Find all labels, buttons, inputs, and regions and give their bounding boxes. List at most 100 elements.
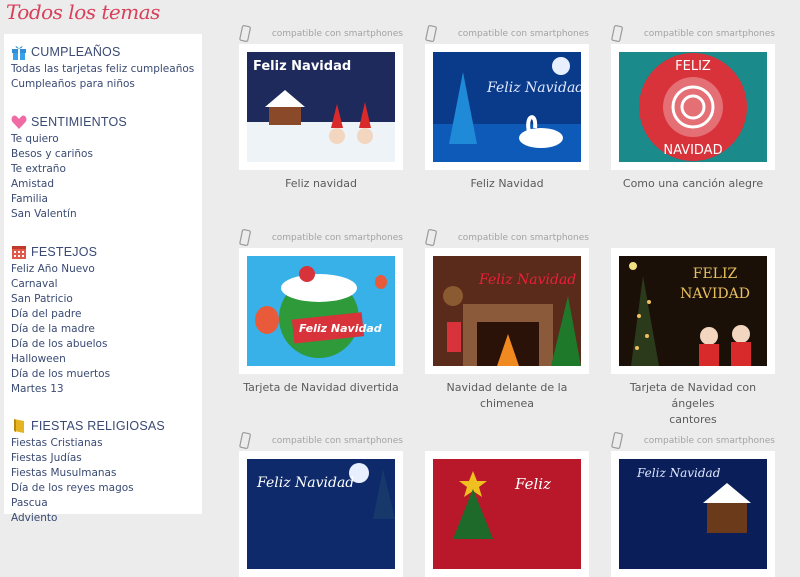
card[interactable]: compatible con smartphones Feliz Navidad [611,431,775,577]
smartphone-icon [611,25,623,42]
book-icon [14,419,24,433]
thumb-title: Feliz Navidad [256,475,354,491]
card[interactable]: Feliz [425,431,589,577]
compat-label: compatible con smartphones [643,29,775,39]
sidebar-section-fiestas-religiosas: FIESTAS RELIGIOSAS Fiestas Cristianas Fi… [11,412,165,526]
card-thumbnail[interactable]: FELIZ NAVIDAD [611,248,775,374]
sidebar-item[interactable]: Martes 13 [11,382,110,397]
sidebar-item[interactable]: Te quiero [11,132,127,147]
sidebar-item[interactable]: San Patricio [11,292,110,307]
smartphone-icon [611,432,623,449]
compat-label: compatible con smartphones [271,233,403,243]
card-image: Feliz Navidad [247,256,395,366]
compat-row: compatible con smartphones [239,228,403,248]
card-image: Feliz Navidad [247,459,395,569]
sidebar-section-cumpleanos: CUMPLEAÑOS Todas las tarjetas feliz cump… [11,38,194,92]
card-image: FELIZ NAVIDAD [619,256,767,366]
card-caption[interactable]: Tarjeta de Navidad divertida [239,380,403,396]
sidebar-item[interactable]: Halloween [11,352,110,367]
calendar-icon [12,246,26,259]
card-caption[interactable]: Tarjeta de Navidad con ángeles cantores [611,380,775,428]
card-image: Feliz Navidad [247,52,395,162]
smartphone-icon [239,25,251,42]
sidebar-item[interactable]: Feliz Año Nuevo [11,262,110,277]
compat-row: compatible con smartphones [239,24,403,44]
section-header[interactable]: SENTIMIENTOS [11,112,127,132]
card-thumbnail[interactable]: Feliz Navidad [425,248,589,374]
sidebar-item[interactable]: Besos y cariños [11,147,127,162]
caption-line: Tarjeta de Navidad con ángeles [629,381,757,410]
smartphone-icon [239,229,251,246]
sidebar-item[interactable]: Carnaval [11,277,110,292]
section-title: FESTEJOS [31,245,98,259]
compat-row: compatible con smartphones [611,431,775,451]
card-thumbnail[interactable]: Feliz [425,451,589,577]
section-title: FIESTAS RELIGIOSAS [31,419,165,433]
sidebar-section-sentimientos: SENTIMIENTOS Te quiero Besos y cariños T… [11,108,127,222]
sidebar-item[interactable]: Fiestas Judías [11,451,165,466]
compat-label: compatible con smartphones [457,29,589,39]
sidebar: CUMPLEAÑOS Todas las tarjetas feliz cump… [4,34,202,524]
card[interactable]: compatible con smartphones FELIZ NAVIDAD… [611,24,775,192]
thumb-title-top: FELIZ [675,59,711,74]
compat-row [425,431,589,451]
sidebar-item[interactable]: Familia [11,192,127,207]
sidebar-item[interactable]: Adviento [11,511,165,526]
card-image: FELIZ NAVIDAD [619,52,767,162]
card-caption[interactable]: Feliz navidad [239,176,403,192]
sidebar-item[interactable]: Cumpleaños para niños [11,77,194,92]
thumb-title: Feliz Navidad [636,466,721,480]
sidebar-item[interactable]: Día de los muertos [11,367,110,382]
compat-label: compatible con smartphones [271,29,403,39]
sidebar-item[interactable]: San Valentín [11,207,127,222]
sidebar-item[interactable]: Todas las tarjetas feliz cumpleaños [11,62,194,77]
card[interactable]: FELIZ NAVIDAD Tarjeta de Navidad con áng… [611,228,775,428]
section-header[interactable]: CUMPLEAÑOS [11,42,194,62]
card-image: Feliz [433,459,581,569]
sidebar-item[interactable]: Te extraño [11,162,127,177]
card[interactable]: compatible con smartphones Feliz Navidad… [239,228,403,396]
sidebar-item[interactable]: Día de la madre [11,322,110,337]
smartphone-icon [425,229,437,246]
heart-icon [11,115,27,129]
compat-label: compatible con smartphones [271,436,403,446]
sidebar-section-festejos: FESTEJOS Feliz Año Nuevo Carnaval San Pa… [11,238,110,397]
sidebar-item[interactable]: Día de los abuelos [11,337,110,352]
compat-row: compatible con smartphones [239,431,403,451]
card-thumbnail[interactable]: Feliz Navidad [611,451,775,577]
section-title: SENTIMIENTOS [31,115,127,129]
card-thumbnail[interactable]: Feliz Navidad [239,44,403,170]
card-thumbnail[interactable]: FELIZ NAVIDAD [611,44,775,170]
sidebar-item[interactable]: Fiestas Musulmanas [11,466,165,481]
sidebar-item[interactable]: Pascua [11,496,165,511]
compat-label: compatible con smartphones [457,233,589,243]
card-caption[interactable]: Feliz Navidad [425,176,589,192]
card[interactable]: compatible con smartphones Feliz Navidad [239,431,403,577]
card-caption[interactable]: Como una canción alegre [611,176,775,192]
smartphone-icon [239,432,251,449]
smartphone-icon [425,25,437,42]
sidebar-item[interactable]: Amistad [11,177,127,192]
card[interactable]: compatible con smartphones Feliz Navidad… [425,24,589,192]
thumb-title: Feliz Navidad [299,322,382,335]
card-thumbnail[interactable]: Feliz Navidad [425,44,589,170]
page-title: Todos los temas [6,0,160,24]
section-header[interactable]: FIESTAS RELIGIOSAS [11,416,165,436]
compat-row [611,228,775,248]
card-image: Feliz Navidad [433,52,581,162]
card[interactable]: compatible con smartphones Feliz Navidad… [425,228,589,412]
card-thumbnail[interactable]: Feliz Navidad [239,451,403,577]
card-caption[interactable]: Navidad delante de la chimenea [425,380,589,412]
sidebar-item[interactable]: Día del padre [11,307,110,322]
thumb-title: Feliz Navidad [478,272,576,288]
sidebar-item[interactable]: Fiestas Cristianas [11,436,165,451]
card-thumbnail[interactable]: Feliz Navidad [239,248,403,374]
sidebar-item[interactable]: Día de los reyes magos [11,481,165,496]
compat-row: compatible con smartphones [425,24,589,44]
thumb-title: Feliz [514,475,551,493]
section-header[interactable]: FESTEJOS [11,242,110,262]
thumb-title: Feliz Navidad [253,59,351,74]
thumb-title-bottom: NAVIDAD [663,143,722,158]
card-image: Feliz Navidad [619,459,767,569]
card[interactable]: compatible con smartphones Feliz Navidad… [239,24,403,192]
